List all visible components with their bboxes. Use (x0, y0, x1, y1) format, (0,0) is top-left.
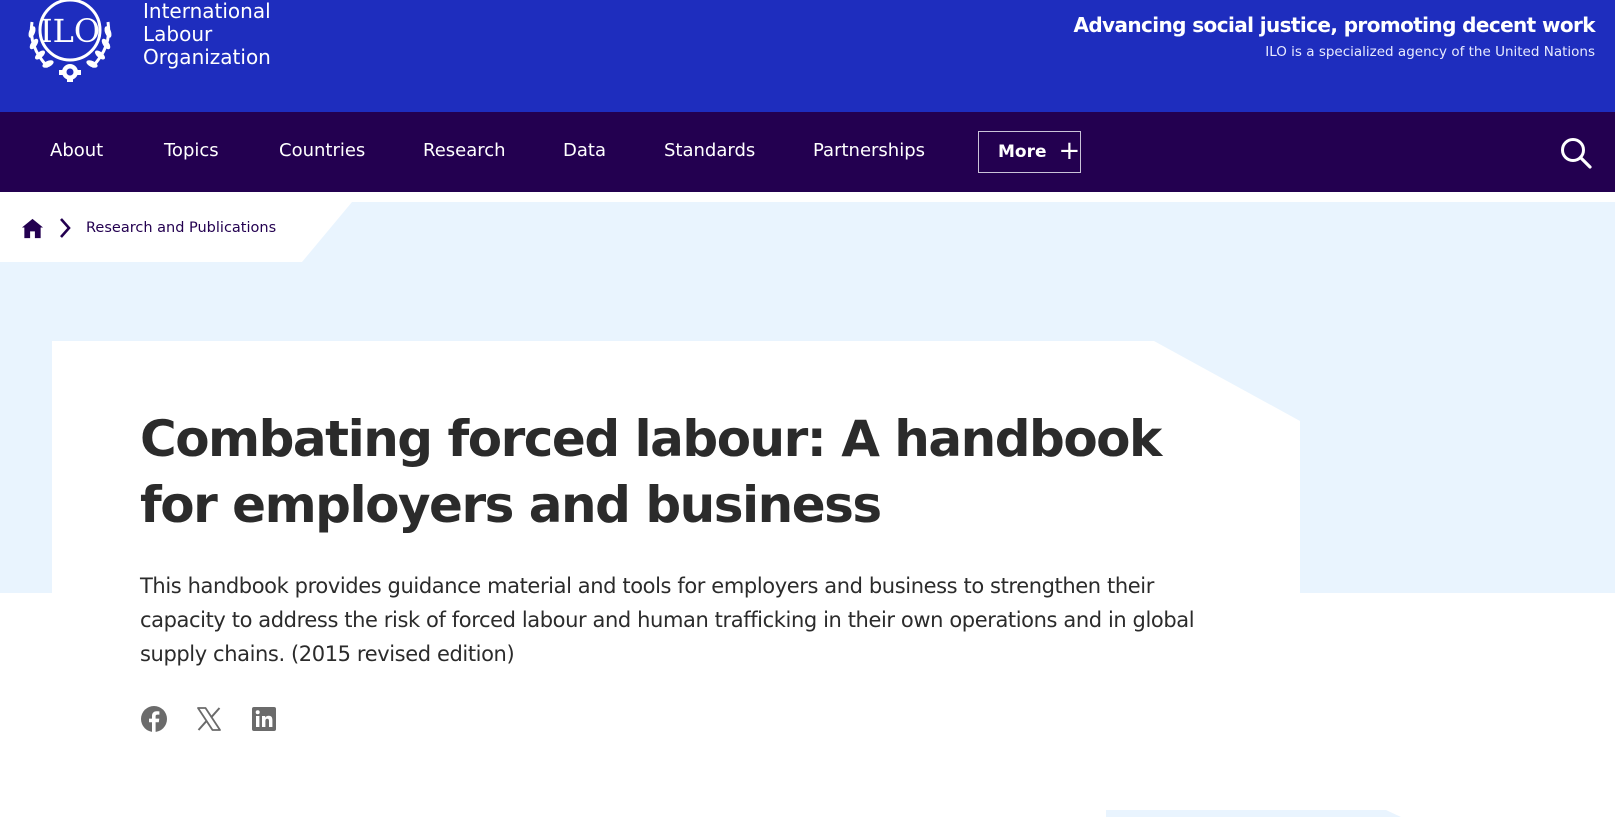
facebook-icon[interactable] (140, 705, 168, 733)
plus-icon: + (1058, 136, 1081, 166)
x-icon[interactable] (195, 705, 223, 733)
breadcrumb-current[interactable]: Research and Publications (86, 220, 276, 236)
ilo-logo[interactable]: ILO (18, 0, 122, 82)
nav-item-data[interactable]: Data (563, 140, 606, 161)
site-header: ILO International Labour Organization Ad… (0, 0, 1615, 112)
org-name-line: International (143, 0, 271, 23)
org-name-line: Labour (143, 22, 213, 46)
home-icon[interactable] (21, 217, 44, 240)
nav-item-partnerships[interactable]: Partnerships (813, 140, 925, 161)
main-nav: About Topics Countries Research Data Sta… (0, 112, 1615, 192)
org-name[interactable]: International Labour Organization (143, 0, 271, 69)
linkedin-icon[interactable] (250, 705, 278, 733)
nav-item-topics[interactable]: Topics (164, 140, 219, 161)
nav-item-countries[interactable]: Countries (279, 140, 365, 161)
nav-item-research[interactable]: Research (423, 140, 506, 161)
tagline: Advancing social justice, promoting dece… (1073, 13, 1595, 37)
subtagline: ILO is a specialized agency of the Unite… (1265, 44, 1595, 60)
decorative-strip (1106, 810, 1401, 817)
org-name-line: Organization (143, 45, 271, 69)
chevron-right-icon (60, 218, 71, 238)
nav-item-standards[interactable]: Standards (664, 140, 755, 161)
page-title: Combating forced labour: A handbook for … (140, 410, 1162, 534)
more-button[interactable]: More + (978, 131, 1081, 173)
page-description: This handbook provides guidance material… (140, 574, 1195, 666)
nav-item-about[interactable]: About (50, 140, 103, 161)
social-share (140, 705, 305, 733)
more-button-label: More (998, 142, 1047, 162)
tagline-block: Advancing social justice, promoting dece… (1073, 13, 1595, 60)
logo-text: ILO (40, 12, 100, 50)
breadcrumb: Research and Publications (21, 214, 276, 242)
search-icon[interactable] (1559, 136, 1593, 170)
